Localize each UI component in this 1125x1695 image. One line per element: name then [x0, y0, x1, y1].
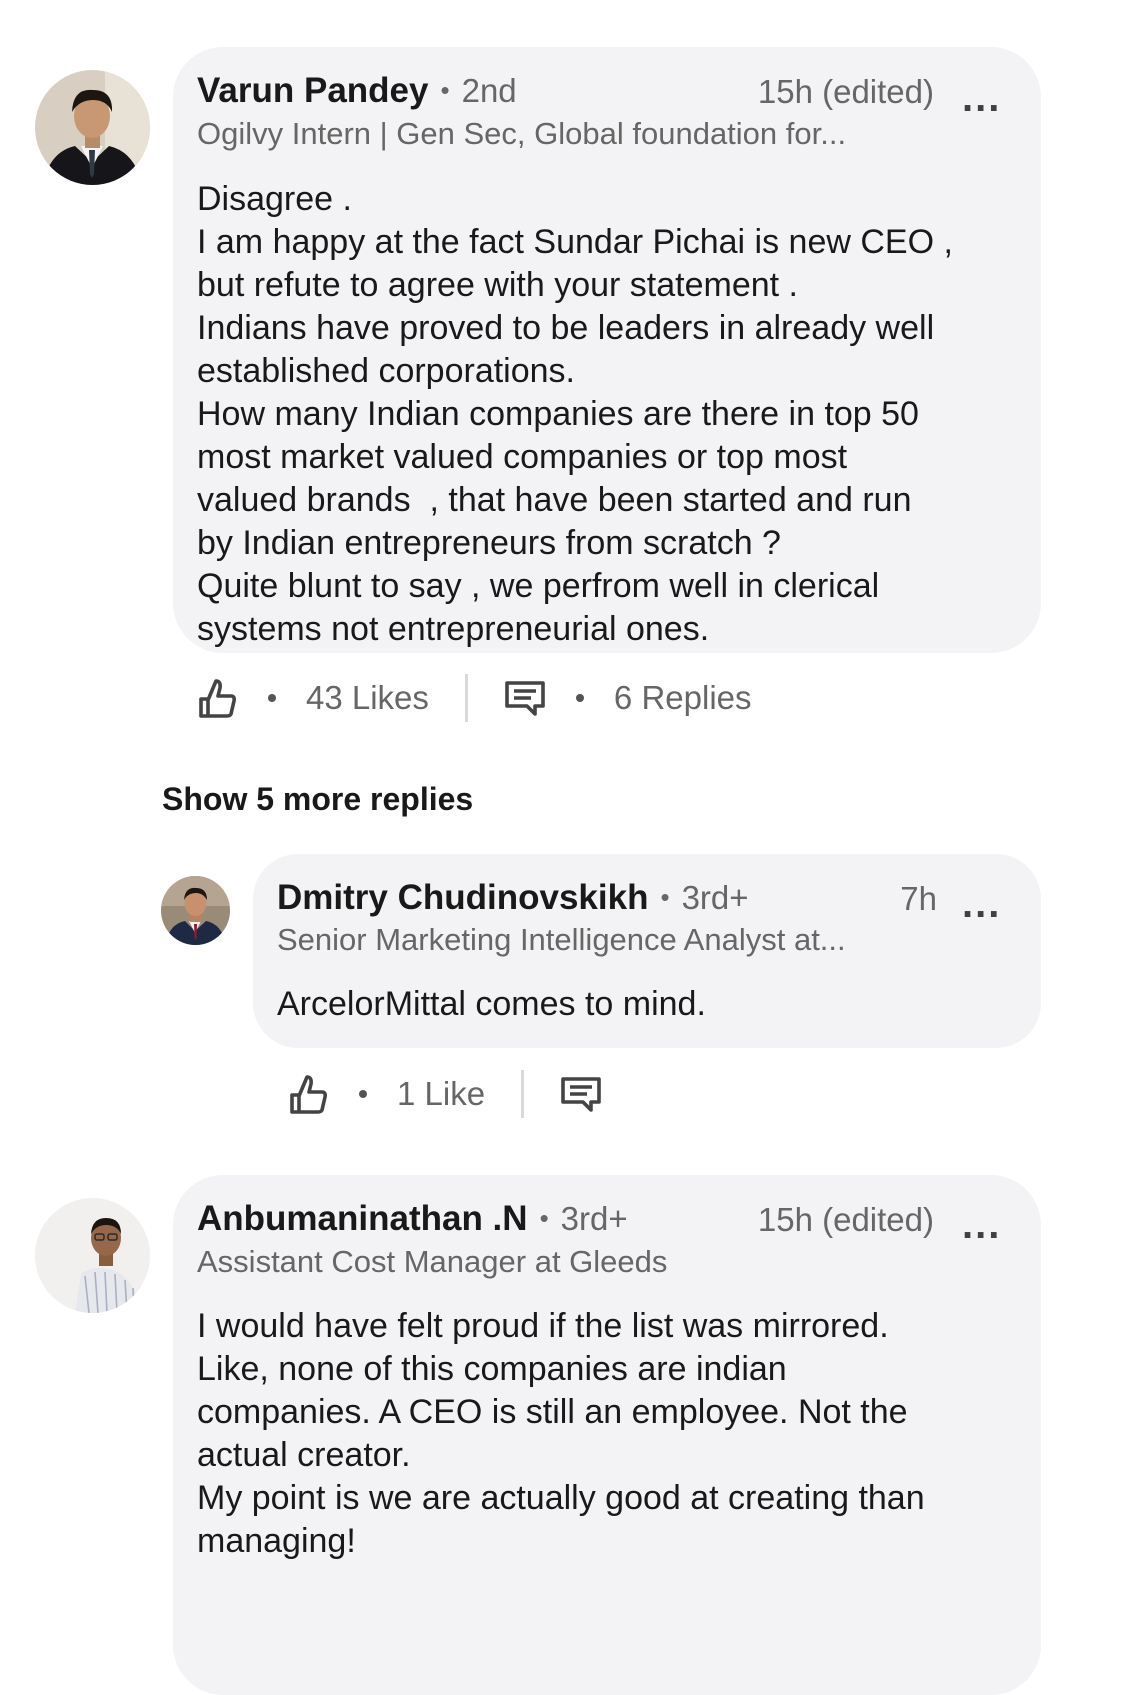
comment-text: Disagree . I am happy at the fact Sundar… — [197, 180, 953, 648]
bullet-separator: • — [660, 882, 670, 912]
connection-degree: 3rd+ — [681, 879, 749, 916]
replies-count[interactable]: 6 Replies — [614, 679, 752, 717]
reply-button[interactable] — [560, 1075, 602, 1113]
reply-button[interactable] — [504, 679, 546, 717]
comment-actions: 43 Likes 6 Replies — [196, 668, 752, 728]
author-name[interactable]: Dmitry Chudinovskikh — [277, 878, 648, 918]
connection-degree: 3rd+ — [560, 1200, 628, 1237]
comment-icon — [505, 681, 545, 716]
connection-degree: 2nd — [461, 72, 517, 109]
avatar-dmitry-chudinovskikh[interactable] — [161, 876, 230, 945]
comment-timestamp: 15h (edited) — [757, 1201, 934, 1238]
bullet-separator — [575, 694, 584, 702]
avatar-anbumaninathan[interactable] — [35, 1198, 150, 1313]
comment-header: Varun Pandey • 2nd — [197, 71, 517, 111]
action-divider — [521, 1070, 525, 1118]
reply-header: Dmitry Chudinovskikh • 3rd+ — [277, 878, 749, 918]
comment-icon — [561, 1077, 601, 1112]
more-options-icon[interactable]: ... — [962, 1205, 1001, 1245]
like-button[interactable] — [287, 1073, 329, 1115]
author-name[interactable]: Varun Pandey — [197, 71, 428, 111]
more-options-icon[interactable]: ... — [962, 78, 1001, 118]
show-more-replies-link[interactable]: Show 5 more replies — [162, 781, 473, 818]
author-headline: Assistant Cost Manager at Gleeds — [197, 1244, 668, 1279]
avatar-varun-pandey[interactable] — [35, 70, 150, 185]
likes-count[interactable]: 1 Like — [397, 1075, 485, 1113]
action-divider — [464, 674, 468, 722]
reply-timestamp: 7h — [900, 880, 937, 917]
like-button[interactable] — [196, 677, 238, 719]
likes-count[interactable]: 43 Likes — [306, 679, 429, 717]
bullet-separator: • — [539, 1203, 549, 1233]
comment-text: I would have felt proud if the list was … — [197, 1307, 925, 1560]
author-headline: Senior Marketing Intelligence Analyst at… — [277, 922, 846, 957]
reply-actions: 1 Like — [287, 1064, 602, 1124]
author-headline: Ogilvy Intern | Gen Sec, Global foundati… — [197, 116, 847, 151]
comment-header: Anbumaninathan .N • 3rd+ — [197, 1199, 628, 1239]
more-options-icon[interactable]: ... — [962, 884, 1001, 924]
bullet-separator: • — [440, 75, 450, 105]
comment-timestamp: 15h (edited) — [757, 73, 934, 110]
author-name[interactable]: Anbumaninathan .N — [197, 1199, 528, 1239]
reply-text: ArcelorMittal comes to mind. — [277, 985, 706, 1023]
bullet-separator — [359, 1090, 367, 1098]
thumbs-up-icon — [290, 1075, 327, 1114]
bullet-separator — [268, 694, 276, 702]
thumbs-up-icon — [199, 679, 236, 718]
